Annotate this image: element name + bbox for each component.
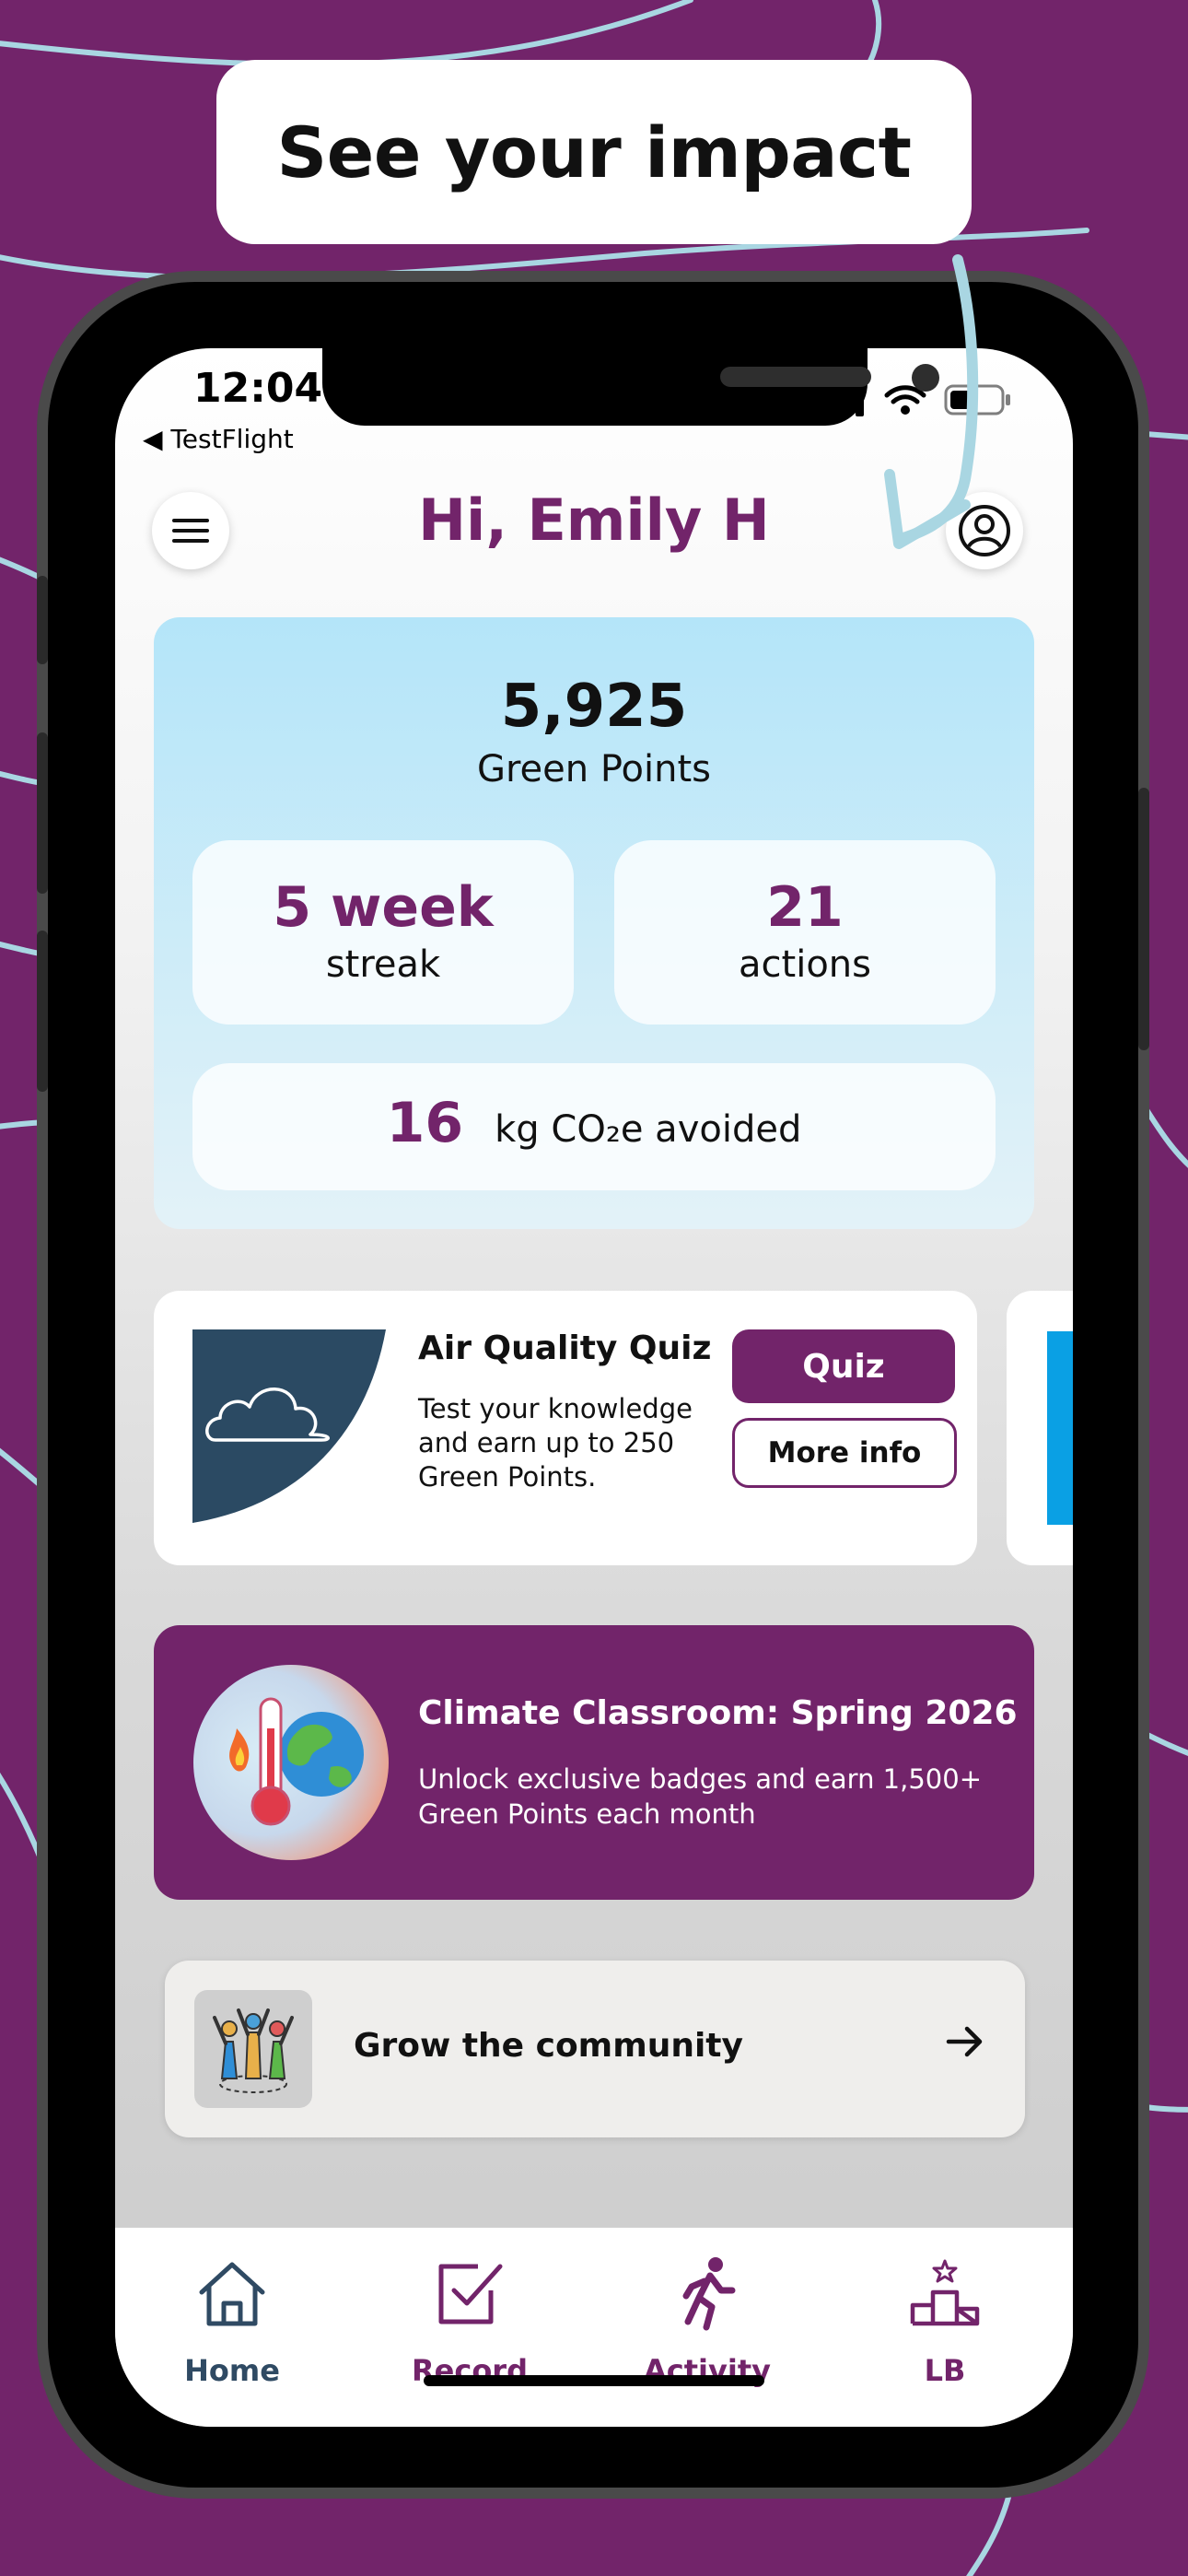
front-camera	[912, 364, 939, 392]
speaker-grille	[720, 367, 871, 387]
tab-home[interactable]: Home	[149, 2254, 315, 2401]
streak-card: 5 week streak	[192, 840, 574, 1025]
thermometer-earth-icon	[193, 1665, 389, 1860]
cloud-icon	[192, 1329, 386, 1523]
testflight-back-link[interactable]: ◀ TestFlight	[143, 424, 294, 454]
user-profile-icon	[959, 505, 1010, 556]
streak-label: streak	[325, 943, 441, 986]
climate-classroom-title: Climate Classroom: Spring 2026	[418, 1694, 1018, 1732]
headline-banner: See your impact	[216, 60, 972, 244]
co2-row: 16 kg CO₂e avoided	[192, 1091, 996, 1155]
co2-card: 16 kg CO₂e avoided	[192, 1063, 996, 1190]
running-person-icon	[682, 2257, 736, 2331]
next-card-thumbnail	[1047, 1331, 1073, 1525]
arrow-right-icon	[946, 2026, 983, 2057]
tab-leaderboard[interactable]: LB	[862, 2254, 1028, 2401]
quiz-card[interactable]: Air Quality Quiz Test your knowledge and…	[154, 1291, 977, 1565]
home-indicator	[424, 2375, 764, 2386]
community-people-graphic	[213, 2008, 294, 2093]
community-people-icon	[194, 1990, 312, 2108]
climate-classroom-card[interactable]: Climate Classroom: Spring 2026 Unlock ex…	[154, 1625, 1034, 1900]
status-time: 12:04	[193, 365, 323, 412]
podium-icon	[910, 2259, 980, 2326]
more-info-button[interactable]: More info	[732, 1418, 957, 1488]
phone-side-button	[37, 931, 48, 1092]
phone-side-button	[37, 576, 48, 664]
phone-side-button	[37, 732, 48, 894]
bottom-tab-bar: Home Record Activity LB	[115, 2228, 1073, 2427]
checkbox-icon	[438, 2264, 503, 2324]
greeting-title: Hi, Emily H	[418, 486, 770, 554]
headline-text: See your impact	[276, 111, 912, 193]
battery-icon	[944, 384, 1010, 416]
quiz-button[interactable]: Quiz	[732, 1329, 955, 1403]
climate-classroom-description: Unlock exclusive badges and earn 1,500+ …	[418, 1763, 983, 1830]
co2-value: 16	[386, 1091, 464, 1155]
home-icon	[199, 2262, 265, 2326]
tab-home-label: Home	[184, 2353, 280, 2388]
actions-value: 21	[766, 875, 844, 940]
app-screen: 12:04 ◀ TestFlight Hi, Emily H 5,925 Gre…	[115, 348, 1073, 2427]
actions-card: 21 actions	[614, 840, 996, 1025]
grow-community-label: Grow the community	[354, 2027, 743, 2065]
quiz-description: Test your knowledge and earn up to 250 G…	[418, 1393, 693, 1493]
next-carousel-card[interactable]	[1007, 1291, 1073, 1565]
phone-notch	[322, 348, 939, 426]
streak-value: 5 week	[273, 875, 494, 940]
actions-label: actions	[739, 943, 871, 986]
grow-community-card[interactable]: Grow the community	[165, 1961, 1025, 2137]
green-points-value: 5,925	[500, 673, 688, 741]
green-points-label: Green Points	[476, 748, 711, 790]
quiz-title: Air Quality Quiz	[418, 1329, 712, 1367]
profile-button[interactable]	[946, 492, 1023, 569]
co2-label: kg CO₂e avoided	[495, 1108, 802, 1151]
stats-card: 5,925 Green Points 5 week streak 21 acti…	[154, 617, 1034, 1229]
tab-leaderboard-label: LB	[924, 2353, 966, 2388]
phone-side-button	[1138, 788, 1149, 1050]
